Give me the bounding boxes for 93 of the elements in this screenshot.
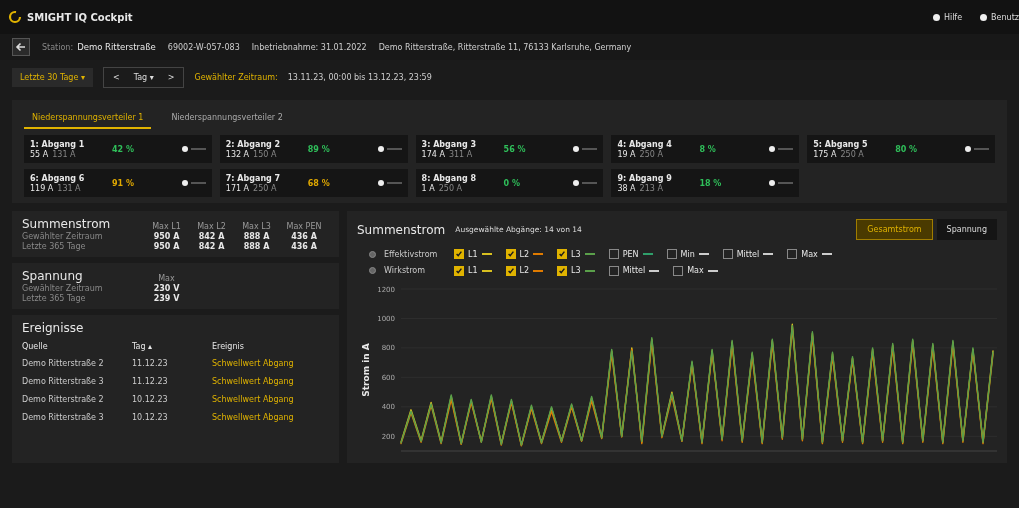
table-cell-text: Demo Ritterstraße 3 — [22, 376, 105, 388]
station-name: Demo Ritterstraße — [77, 42, 156, 52]
panel-title: Summenstrom — [22, 217, 112, 231]
feeder-current: 1 A — [421, 183, 435, 193]
feeder-name: 1: Abgang 1 — [30, 139, 86, 149]
column-header: Max — [157, 274, 176, 283]
checkbox-label: L2 — [519, 249, 530, 259]
percent-label: 42 % — [112, 144, 134, 154]
percent-label: 56 % — [503, 144, 526, 154]
row-label: Letzte 365 Tage — [22, 294, 87, 303]
checkbox-label: Mittel — [622, 266, 646, 276]
feeder-max: 150 A — [253, 149, 277, 159]
feeder-current: 132 A — [225, 149, 250, 159]
station-address: Demo Ritterstraße, Ritterstraße 11, 76133 Karlsruhe, Germany — [378, 42, 632, 52]
feeder-name: 8: Abgang 8 — [421, 173, 477, 183]
feeder-current: 174 A — [421, 149, 445, 159]
feeder-name: 6: Abgang 6 — [30, 173, 86, 183]
checkbox-label: L1 — [468, 249, 478, 259]
table-cell-text: 10.12.23 — [132, 394, 169, 406]
column-header: Max L2 — [196, 222, 227, 231]
table-cell-text: 230 V — [152, 284, 181, 293]
checkbox-label: L1 — [468, 266, 478, 276]
table-cell-text: 888 A — [242, 242, 271, 251]
percent-label: 91 % — [112, 178, 134, 188]
table-cell-text: 239 V — [152, 294, 181, 303]
percent-label: 8 % — [699, 144, 716, 154]
radio-label: Effektivstrom — [384, 249, 439, 259]
table-cell-text: 436 A — [290, 242, 318, 251]
feeder-name: 7: Abgang 7 — [225, 173, 282, 183]
feeder-max: 213 A — [639, 183, 663, 193]
table-cell-text: Demo Ritterstraße 2 — [22, 394, 105, 406]
table-cell-text: 842 A — [197, 242, 226, 251]
feeder-max: 250 A — [253, 183, 277, 193]
feeder-name: 5: Abgang 5 — [813, 139, 869, 149]
panel-title: Spannung — [22, 269, 84, 283]
column-header: Max PEN — [285, 222, 323, 231]
checkbox-label: PEN — [622, 249, 639, 259]
chart-title: Summenstrom — [357, 222, 446, 237]
percent-label: 18 % — [699, 178, 722, 188]
feeder-current: 19 A — [617, 149, 636, 159]
period-value: 13.11.23, 00:00 bis 13.12.23, 23:59 — [287, 72, 432, 82]
table-cell-text: 950 A — [152, 232, 181, 241]
feeder-name: 4: Abgang 4 — [617, 139, 673, 149]
feeder-current: 38 A — [617, 183, 636, 193]
feeder-current: 171 A — [225, 183, 250, 193]
feeder-name: 3: Abgang 3 — [421, 139, 477, 149]
row-label: Gewählter Zeitraum — [22, 232, 104, 241]
column-header: Ereignis — [212, 341, 245, 353]
feeder-current: 55 A — [30, 149, 49, 159]
feeder-max: 131 A — [57, 183, 81, 193]
table-cell-text: 436 A — [290, 232, 318, 241]
checkbox-label: L3 — [571, 266, 581, 276]
percent-label: 0 % — [503, 178, 520, 188]
checkbox-label: L3 — [571, 249, 581, 259]
table-cell-text: 10.12.23 — [132, 412, 169, 424]
percent-label: 89 % — [307, 144, 330, 154]
checkbox-label: Max — [801, 249, 818, 259]
checkbox-label: L2 — [519, 266, 530, 276]
percent-label: 80 % — [895, 144, 918, 154]
feeder-current: 175 A — [813, 149, 837, 159]
checkbox-label: Mittel — [736, 249, 760, 259]
feeder-max: 250 A — [639, 149, 663, 159]
axis-title: Strom in A — [361, 343, 371, 397]
commissioning-date: Inbetriebnahme: 31.01.2022 — [251, 42, 367, 52]
app-title: SMIGHT IQ Cockpit — [27, 11, 133, 23]
row-label: Letzte 365 Tage — [22, 242, 87, 251]
feeder-max: 311 A — [448, 149, 473, 159]
table-cell-text: Demo Ritterstraße 3 — [22, 412, 105, 424]
panel-title: Ereignisse — [22, 321, 84, 335]
table-cell-text: 11.12.23 — [132, 376, 169, 388]
feeder-name: 2: Abgang 2 — [225, 139, 282, 149]
table-cell-text: 950 A — [152, 242, 181, 251]
percent-label: 68 % — [307, 178, 330, 188]
station-prefix: Station: — [42, 42, 74, 52]
column-header: Quelle — [22, 341, 49, 353]
feeder-max: 131 A — [52, 149, 76, 159]
feeder-max: 250 A — [840, 149, 864, 159]
checkbox-label: Min — [680, 249, 695, 259]
table-cell-text: 11.12.23 — [132, 358, 169, 370]
column-header: Max L1 — [151, 222, 182, 231]
station-id: 69002-W-057-083 — [167, 42, 240, 52]
period-label: Gewählter Zeitraum: — [194, 72, 278, 82]
feeder-name: 9: Abgang 9 — [617, 173, 673, 183]
table-cell-text: 842 A — [197, 232, 226, 241]
checkbox-label: Max — [687, 266, 704, 276]
table-cell-text: 888 A — [242, 232, 271, 241]
table-cell-text: Demo Ritterstraße 2 — [22, 358, 105, 370]
feeder-max: 250 A — [438, 183, 462, 193]
column-header: Max L3 — [241, 222, 272, 231]
feeder-current: 119 A — [30, 183, 54, 193]
column-header: Tag ▴ — [132, 341, 154, 353]
radio-label: Wirkstrom — [384, 266, 426, 276]
row-label: Gewählter Zeitraum — [22, 284, 104, 293]
